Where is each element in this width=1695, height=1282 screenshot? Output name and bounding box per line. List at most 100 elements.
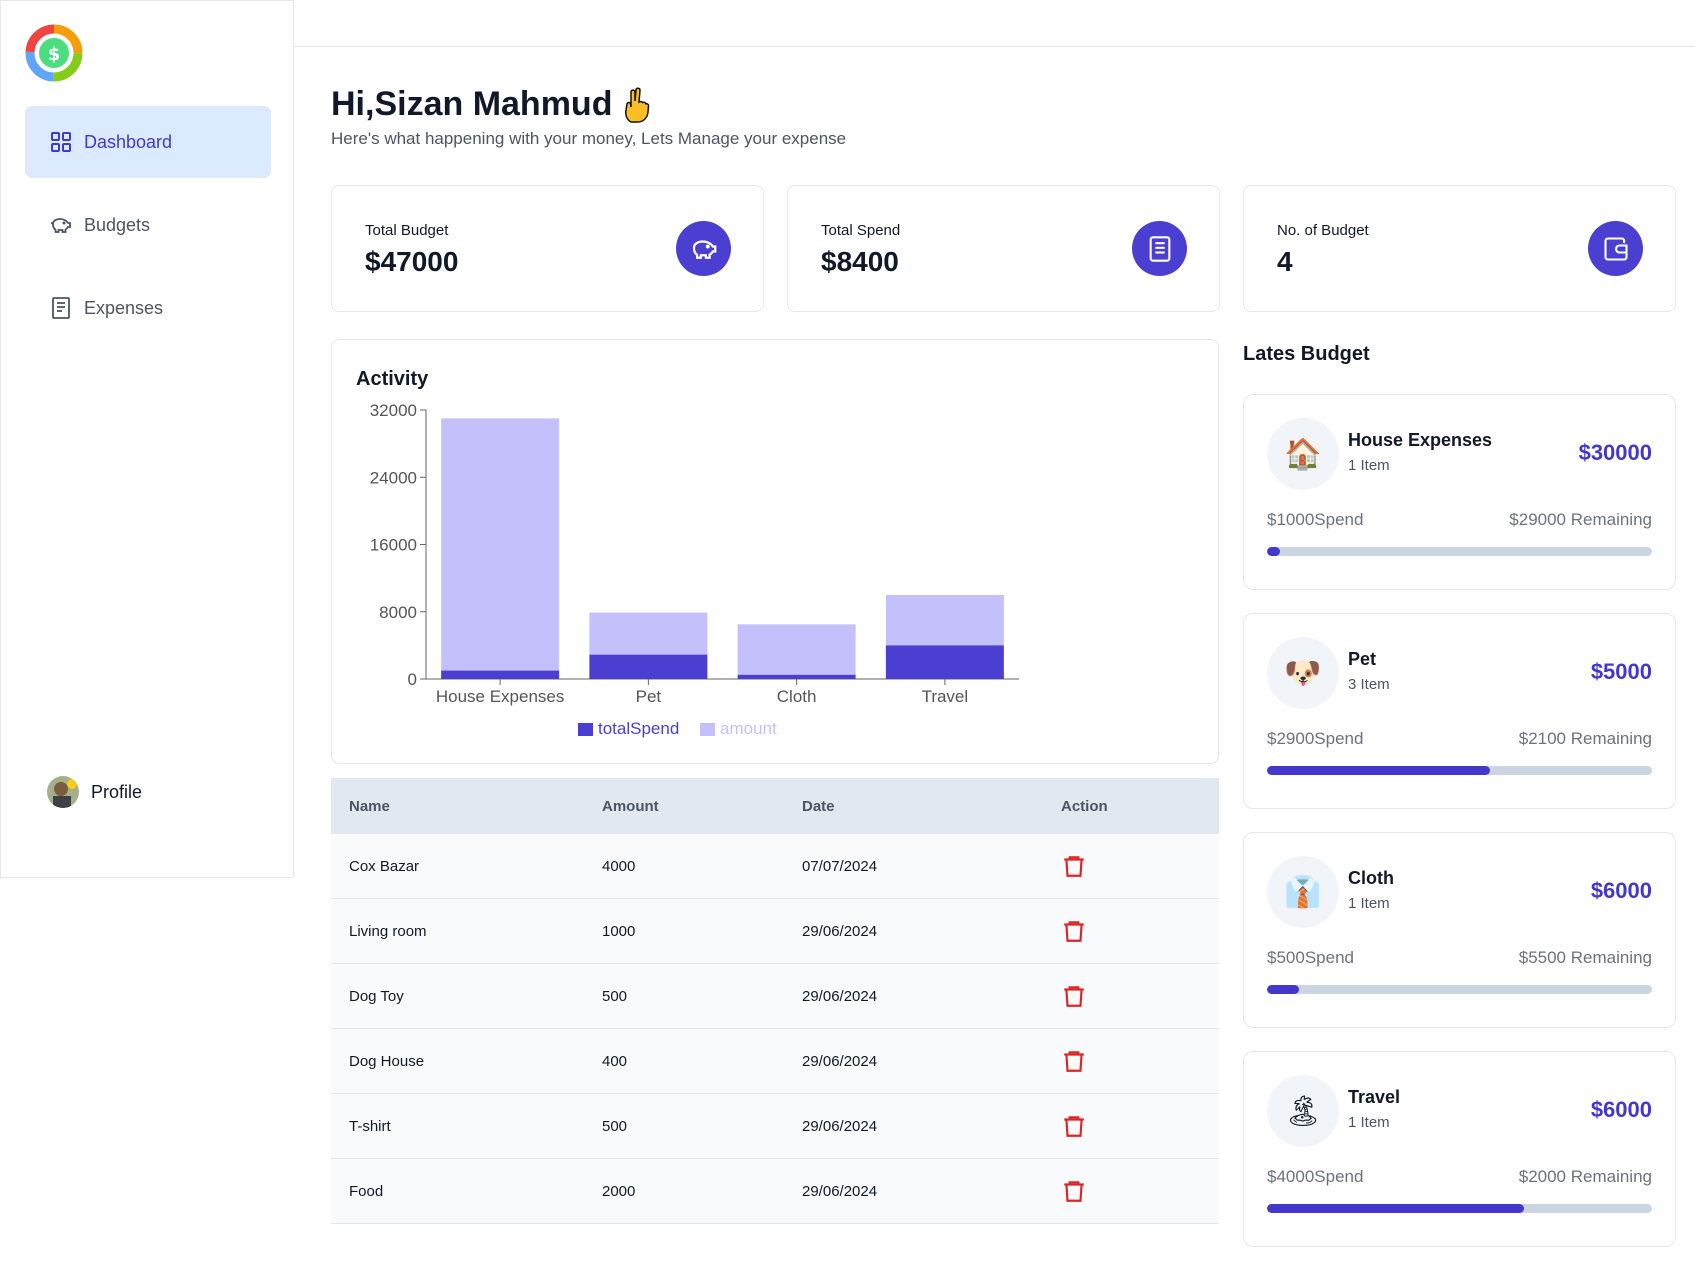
budget-progress-bar <box>1267 547 1652 556</box>
delete-button[interactable] <box>1061 1112 1087 1140</box>
trash-icon[interactable] <box>1061 1047 1087 1075</box>
budget-emoji-icon: 🐶 <box>1267 637 1339 709</box>
card-value: $47000 <box>365 246 459 277</box>
delete-button[interactable] <box>1061 1047 1087 1075</box>
crossed-fingers-icon <box>625 87 650 123</box>
receipt-icon <box>49 296 73 320</box>
y-tick-label: 24000 <box>370 468 417 487</box>
top-bar <box>294 0 1695 47</box>
budget-emoji-icon: 👔 <box>1267 856 1339 928</box>
delete-button[interactable] <box>1061 982 1087 1010</box>
budget-item-count: 1 Item <box>1348 457 1390 474</box>
y-tick-label: 32000 <box>370 401 417 420</box>
number-of-budget-card: No. of Budget 4 <box>1243 185 1676 312</box>
sidebar-item-label: Expenses <box>84 297 164 318</box>
x-tick-label: Travel <box>922 687 969 706</box>
budget-item-count: 1 Item <box>1348 1114 1390 1131</box>
total-budget-card: Total Budget $47000 <box>331 185 764 312</box>
expense-amount: 1000 <box>602 922 636 940</box>
table-row: Cox Bazar 4000 07/07/2024 <box>331 834 1219 899</box>
expense-amount: 4000 <box>602 857 636 875</box>
budget-amount: $5000 <box>1590 659 1652 684</box>
card-label: Total Budget <box>365 222 449 239</box>
bar-totalspend <box>737 674 856 679</box>
expense-date: 29/06/2024 <box>802 1117 878 1135</box>
y-tick-label: 0 <box>408 670 417 689</box>
budget-spend: $500Spend <box>1267 948 1354 967</box>
expense-name: Living room <box>349 922 427 940</box>
app-logo-icon[interactable]: $ <box>24 23 84 83</box>
wallet-icon <box>1588 221 1643 276</box>
sidebar-item-expenses[interactable]: Expenses <box>25 272 271 344</box>
expense-name: T-shirt <box>349 1117 391 1135</box>
latest-budget-title: Lates Budget <box>1243 343 1370 365</box>
trash-icon[interactable] <box>1061 982 1087 1010</box>
profile-button[interactable]: Profile <box>47 776 142 808</box>
budget-progress-bar <box>1267 766 1652 775</box>
expenses-table: Name Amount Date Action Cox Bazar 4000 07/… <box>331 778 1219 1224</box>
budget-card[interactable]: 🐶 Pet 3 Item $5000 $2900Spend $2100 Remaining <box>1243 613 1676 809</box>
table-row: Food 2000 29/06/2024 <box>331 1159 1219 1224</box>
table-row: Dog House 400 29/06/2024 <box>331 1029 1219 1094</box>
delete-button[interactable] <box>1061 852 1087 880</box>
expense-name: Dog House <box>349 1052 425 1070</box>
svg-text:$: $ <box>48 44 61 65</box>
budget-remaining: $29000 Remaining <box>1509 510 1652 529</box>
budget-card[interactable]: 🏠 House Expenses 1 Item $30000 $1000Spend $29… <box>1243 394 1676 590</box>
expense-amount: 400 <box>602 1052 628 1070</box>
card-value: $8400 <box>821 246 899 277</box>
bar-amount <box>441 418 560 671</box>
table-header: Name Amount Date Action <box>331 778 1219 834</box>
bar-amount <box>737 624 856 675</box>
card-value: 4 <box>1277 246 1293 277</box>
budget-progress-bar <box>1267 1204 1652 1213</box>
table-body: Cox Bazar 4000 07/07/2024 Living room 1000 29… <box>331 834 1219 1224</box>
expense-name: Cox Bazar <box>349 857 420 875</box>
bar-amount <box>885 594 1004 646</box>
table-row: Living room 1000 29/06/2024 <box>331 899 1219 964</box>
avatar <box>47 776 79 808</box>
budget-remaining: $2100 Remaining <box>1518 729 1652 748</box>
table-row: Dog Toy 500 29/06/2024 <box>331 964 1219 1029</box>
trash-icon[interactable] <box>1061 1177 1087 1205</box>
budget-amount: $6000 <box>1590 1097 1652 1122</box>
budget-remaining: $5500 Remaining <box>1518 948 1652 967</box>
piggy-bank-icon <box>49 213 73 237</box>
budget-remaining: $2000 Remaining <box>1518 1167 1652 1186</box>
budget-card[interactable]: 🏝 Travel 1 Item $6000 $4000Spend $2000 Remain… <box>1243 1051 1676 1247</box>
legend-label-totalspend: totalSpend <box>598 719 679 738</box>
card-label: Total Spend <box>821 222 901 239</box>
y-tick-label: 8000 <box>379 603 417 622</box>
budget-card[interactable]: 👔 Cloth 1 Item $6000 $500Spend $5500 Remainin… <box>1243 832 1676 1028</box>
trash-icon[interactable] <box>1061 852 1087 880</box>
expense-amount: 500 <box>602 1117 628 1135</box>
expense-date: 29/06/2024 <box>802 922 878 940</box>
expense-date: 29/06/2024 <box>802 1182 878 1200</box>
sidebar-item-dashboard[interactable]: Dashboard <box>25 106 271 178</box>
sidebar: $ Dashboard Budgets Expenses Profile <box>0 0 294 878</box>
legend-label-amount: amount <box>720 719 777 738</box>
x-tick-label: Pet <box>636 687 662 706</box>
total-spend-card: Total Spend $8400 <box>787 185 1220 312</box>
budget-name: House Expenses <box>1348 430 1493 450</box>
expense-date: 29/06/2024 <box>802 987 878 1005</box>
delete-button[interactable] <box>1061 917 1087 945</box>
budget-item-count: 1 Item <box>1348 895 1390 912</box>
budget-progress-fill <box>1267 985 1299 994</box>
budget-progress-fill <box>1267 766 1491 775</box>
sidebar-item-label: Dashboard <box>84 131 173 152</box>
trash-icon[interactable] <box>1061 917 1087 945</box>
greeting-text: Hi,Sizan Mahmud <box>331 84 613 123</box>
header-date: Date <box>802 797 835 815</box>
bar-amount <box>589 612 708 655</box>
trash-icon[interactable] <box>1061 1112 1087 1140</box>
expense-date: 29/06/2024 <box>802 1052 878 1070</box>
bar-totalspend <box>441 670 560 679</box>
expense-amount: 500 <box>602 987 628 1005</box>
sidebar-item-budgets[interactable]: Budgets <box>25 189 271 261</box>
table-row: T-shirt 500 29/06/2024 <box>331 1094 1219 1159</box>
legend-swatch-totalspend <box>578 723 593 736</box>
budget-progress-fill <box>1267 1204 1524 1213</box>
budget-spend: $1000Spend <box>1267 510 1364 529</box>
delete-button[interactable] <box>1061 1177 1087 1205</box>
